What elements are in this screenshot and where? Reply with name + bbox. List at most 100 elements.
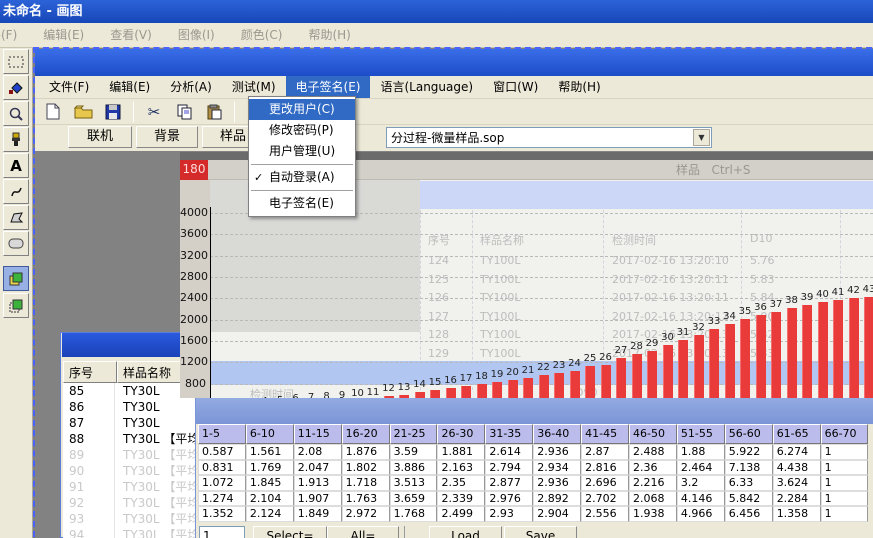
range-column-header[interactable]: 56-60: [725, 424, 773, 444]
save-icon[interactable]: [101, 101, 125, 123]
new-file-icon[interactable]: [41, 101, 65, 123]
chart-bar-42: [849, 298, 859, 398]
draw-transparent-option-icon[interactable]: [3, 293, 29, 318]
select-tool-icon[interactable]: [3, 49, 29, 74]
combobox-dropdown-arrow[interactable]: ▼: [693, 129, 710, 146]
range-column-header[interactable]: 41-45: [581, 424, 629, 444]
range-column-header[interactable]: 61-65: [773, 424, 821, 444]
fill-bucket-icon[interactable]: [3, 75, 29, 100]
paint-menu-edit[interactable]: 编辑(E): [30, 23, 97, 47]
app-menu-item-4[interactable]: 电子签名(E): [286, 76, 371, 98]
menu-item-4[interactable]: ✓自动登录(A): [249, 167, 355, 188]
paint-menu-colors[interactable]: 颜色(C): [228, 23, 296, 47]
ghost-menu-item-sample: 样品 Ctrl+S: [676, 160, 751, 180]
sample-index-cell: 94: [63, 527, 115, 538]
distribution-row[interactable]: 1.0721.8451.9131.7183.5132.352.8772.9362…: [198, 475, 868, 491]
chart-bar-41: [833, 300, 843, 398]
app-menu-item-2[interactable]: 分析(A): [160, 76, 222, 98]
distribution-cell: 0.587: [198, 444, 246, 460]
bar-label: 18: [474, 371, 490, 382]
distribution-cell: 3.513: [390, 475, 438, 491]
select-button[interactable]: Select=: [253, 526, 327, 538]
distribution-cell: 1.802: [342, 460, 390, 476]
range-column-header[interactable]: 66-70: [821, 424, 869, 444]
chart-bar-39: [802, 305, 812, 398]
cut-icon[interactable]: ✂: [142, 101, 166, 123]
distribution-row[interactable]: 0.5871.5612.081.8763.591.8812.6142.9362.…: [198, 444, 868, 460]
app-menu-item-3[interactable]: 测试(M): [222, 76, 286, 98]
y-axis-tick: 2400: [180, 291, 206, 304]
range-column-header[interactable]: 31-35: [485, 424, 533, 444]
chart-bar-34: [725, 324, 735, 398]
paint-menu-image[interactable]: 图像(I): [165, 23, 228, 47]
range-column-header[interactable]: 6-10: [246, 424, 294, 444]
distribution-cell: 1.769: [246, 460, 294, 476]
bar-label: 41: [830, 287, 846, 298]
command-button-0[interactable]: 联机: [68, 126, 132, 148]
distribution-cell: 1.768: [390, 506, 438, 522]
distribution-cell: 1.718: [342, 475, 390, 491]
distribution-cell: 2.163: [437, 460, 485, 476]
menu-item-2[interactable]: 用户管理(U): [249, 141, 355, 162]
paint-menu-help[interactable]: 帮助(H): [295, 23, 363, 47]
range-column-header[interactable]: 21-25: [390, 424, 438, 444]
brush-icon[interactable]: [3, 127, 29, 152]
save-button[interactable]: Save: [504, 526, 577, 538]
range-column-header[interactable]: 51-55: [677, 424, 725, 444]
row-count-input[interactable]: [199, 526, 245, 538]
paste-icon[interactable]: [202, 101, 226, 123]
menu-item-6[interactable]: 电子签名(E): [249, 193, 355, 214]
column-header-index[interactable]: 序号: [63, 361, 117, 383]
range-column-header[interactable]: 11-15: [294, 424, 342, 444]
menu-item-0[interactable]: 更改用户(C): [249, 99, 355, 120]
paint-menu-file[interactable]: 文件(F): [0, 23, 30, 47]
distribution-cell: 2.934: [533, 460, 581, 476]
bar-label: 20: [505, 367, 521, 378]
open-file-icon[interactable]: [71, 101, 95, 123]
distribution-cell: 2.068: [629, 491, 677, 507]
range-column-header[interactable]: 26-30: [437, 424, 485, 444]
menu-separator: [251, 164, 353, 165]
text-tool-icon[interactable]: A: [3, 153, 29, 178]
distribution-cell: 2.464: [677, 460, 725, 476]
app-menu-item-5[interactable]: 语言(Language): [370, 76, 483, 98]
distribution-cell: 1: [821, 506, 869, 522]
command-button-1[interactable]: 背景: [136, 126, 198, 148]
range-column-header[interactable]: 16-20: [342, 424, 390, 444]
load-button[interactable]: Load: [429, 526, 502, 538]
distribution-cell: 1: [821, 475, 869, 491]
app-menu-item-1[interactable]: 编辑(E): [99, 76, 160, 98]
curve-tool-icon[interactable]: [3, 179, 29, 204]
range-column-header[interactable]: 46-50: [629, 424, 677, 444]
y-axis-tick: 2800: [180, 270, 206, 283]
bar-label: 22: [536, 362, 552, 373]
analyzer-button-row: 分过程-微量样品.sop ▼ 联机背景样品: [35, 125, 873, 151]
magnifier-icon[interactable]: [3, 101, 29, 126]
ghost-cell: 125: [428, 273, 449, 286]
range-column-header[interactable]: 1-5: [198, 424, 246, 444]
app-menu-item-7[interactable]: 帮助(H): [548, 76, 610, 98]
all-button[interactable]: All=: [327, 526, 399, 538]
range-column-header[interactable]: 36-40: [533, 424, 581, 444]
app-menu-item-0[interactable]: 文件(F): [39, 76, 99, 98]
distribution-table-title-bar: [196, 398, 873, 424]
app-menu-item-6[interactable]: 窗口(W): [483, 76, 548, 98]
ghost-cell: TY100L: [480, 273, 521, 286]
distribution-row[interactable]: 0.8311.7692.0471.8023.8862.1632.7942.934…: [198, 460, 868, 476]
paint-menu-view[interactable]: 查看(V): [97, 23, 165, 47]
bar-label: 43: [861, 284, 873, 295]
draw-opaque-option-icon[interactable]: [3, 266, 29, 291]
polygon-tool-icon[interactable]: [3, 205, 29, 230]
distribution-row[interactable]: 1.3522.1241.8492.9721.7682.4992.932.9042…: [198, 506, 868, 522]
menu-item-1[interactable]: 修改密码(P): [249, 120, 355, 141]
chart-bar-26: [601, 365, 611, 398]
distribution-row[interactable]: 1.2742.1041.9071.7633.6592.3392.9762.892…: [198, 491, 868, 507]
distribution-cell: 4.438: [773, 460, 821, 476]
sop-combobox[interactable]: 分过程-微量样品.sop ▼: [386, 127, 712, 148]
bar-label: 8: [319, 391, 335, 398]
toolbar-separator: [133, 102, 134, 122]
bar-label: 40: [815, 289, 831, 300]
rounded-rect-tool-icon[interactable]: [3, 231, 29, 256]
bar-label: 27: [613, 345, 629, 356]
copy-icon[interactable]: [172, 101, 196, 123]
